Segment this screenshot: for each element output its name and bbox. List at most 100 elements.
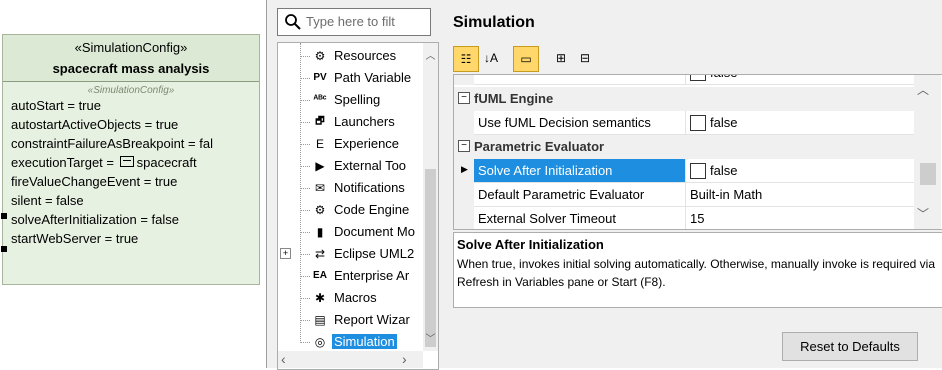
scroll-right-icon[interactable]: › [402,351,407,367]
collapse-icon[interactable]: − [458,92,470,104]
property-name: External Solver Timeout [478,211,617,226]
tree-item-label: Notifications [334,180,405,195]
options-tree[interactable]: ⚙ Resources PV Path Variable ᴬᴮᶜ Spelling 🗗 Lau… [277,42,439,370]
property-row[interactable]: false [454,75,914,85]
block-type-icon [119,156,134,167]
expand-all-icon[interactable]: ⊞ [549,46,573,70]
tree-item-label: Launchers [334,114,395,129]
checkbox[interactable] [690,115,706,131]
categorized-view-icon[interactable]: ☷ [453,46,479,72]
property-value: Built-in Math [690,187,763,202]
tree-item[interactable]: EA Enterprise Ar [278,265,409,287]
simulation-config-block[interactable]: «SimulationConfig» spacecraft mass analy… [2,34,260,285]
category-fuml-engine[interactable]: − fUML Engine [454,87,914,111]
tree-item[interactable]: ⇄ Eclipse UML2 + [278,243,414,265]
resize-handle[interactable] [1,246,7,252]
row-pointer-icon: ▶ [461,164,468,174]
tree-item[interactable]: PV Path Variable [278,67,412,89]
scroll-up-icon[interactable]: ︿ [917,81,929,98]
simulation-icon: ◎ [314,335,326,349]
block-property-execution-target: executionTarget = spacecraft [11,155,197,170]
tree-item-label: Eclipse UML2 [334,246,415,261]
tree-item-label: External Too [334,158,407,173]
property-value: false [710,163,738,178]
tree-item[interactable]: ◎ Simulation [278,331,408,353]
block-stereotype: «SimulationConfig» [74,40,188,55]
checkbox[interactable] [690,163,706,179]
collapse-icon[interactable]: − [458,140,470,152]
category-label: fUML Engine [474,91,554,106]
search-input[interactable]: Type here to filt [277,8,431,36]
grid-scroll-thumb[interactable] [920,163,936,185]
description-text: When true, invokes initial solving autom… [457,257,935,289]
property-value: false [710,75,737,80]
tree-item-label: Simulation [332,334,397,349]
block-property-start-web-server: startWebServer = true [11,231,139,246]
tree-item[interactable]: ⚙ Resources [278,45,408,67]
description-panel: Solve After Initialization When true, in… [453,232,942,308]
scroll-down-icon[interactable]: ﹀ [917,205,929,222]
eclipse-uml2-icon: ⇄ [314,247,326,261]
scroll-up-icon[interactable]: ︿ [423,47,438,63]
resize-handle[interactable] [1,213,7,219]
tree-item[interactable]: ✱ Macros [278,287,408,309]
execution-target-value: spacecraft [136,155,197,170]
tree-item-label: Experience [334,136,400,151]
block-compartment-stereotype: «SimulationConfig» [87,85,175,96]
tree-item-label: Resources [334,48,397,63]
macros-icon: ✱ [314,291,326,305]
experience-icon: E [315,137,324,151]
execution-target-label: executionTarget = [11,155,118,170]
scroll-down-icon[interactable]: ﹀ [423,330,438,346]
property-name: Solve After Initialization [478,163,613,178]
document-model-icon: ▮ [316,225,324,239]
spelling-icon: ᴬᴮᶜ [313,94,327,105]
code-engine-icon: ⚙ [314,203,326,217]
block-name: spacecraft mass analysis [52,61,210,76]
tree-item[interactable]: ▮ Document Mo [278,221,415,243]
tree-item[interactable]: ⚙ Code Engine [278,199,410,221]
tree-item-label: Path Variable [334,70,412,85]
property-grid[interactable]: false − fUML Engine Use fUML Decision se… [453,74,942,230]
description-toggle-icon[interactable]: ▭ [513,46,539,72]
property-row-fuml-decision[interactable]: Use fUML Decision semantics false [454,111,914,135]
property-row-solver-timeout[interactable]: External Solver Timeout 15 [454,207,914,229]
search-placeholder: Type here to filt [306,14,395,29]
notifications-icon: ✉ [314,181,326,195]
collapse-all-icon[interactable]: ⊟ [573,46,597,70]
category-parametric-evaluator[interactable]: − Parametric Evaluator [454,135,914,159]
property-name: Default Parametric Evaluator [478,187,645,202]
launchers-icon: 🗗 [315,116,325,127]
tree-item[interactable]: ▶ External Too [278,155,408,177]
block-property-fire-value-change: fireValueChangeEvent = true [11,174,178,189]
block-header: «SimulationConfig» spacecraft mass analy… [3,35,259,82]
tree-item-label: Report Wizar [334,312,410,327]
checkbox[interactable] [690,75,706,81]
tree-item-label: Document Mo [334,224,415,239]
tree-item[interactable]: ᴬᴮᶜ Spelling [278,89,408,111]
tree-item[interactable]: ▤ Report Wizar [278,309,410,331]
tree-item-label: Code Engine [334,202,410,217]
tree-item[interactable]: 🗗 Launchers [278,111,408,133]
reset-to-defaults-button[interactable]: Reset to Defaults [782,332,918,361]
property-value: false [710,115,738,130]
resources-icon: ⚙ [314,49,326,63]
tree-item-label: Spelling [334,92,381,107]
property-value: 15 [690,211,705,226]
property-toolbar: ☷ ↓A ▭ ⊞ ⊟ [453,46,643,74]
tree-item[interactable]: ✉ Notifications [278,177,408,199]
property-row-solve-after-init[interactable]: ▶ Solve After Initialization false [454,159,914,183]
tree-horizontal-scrollbar[interactable]: ‹ › [278,351,423,368]
page-title: Simulation [453,14,535,31]
block-property-constraint-failure: constraintFailureAsBreakpoint = fal [11,136,213,151]
property-row-default-evaluator[interactable]: Default Parametric Evaluator Built-in Ma… [454,183,914,207]
block-property-autostart: autoStart = true [11,98,101,113]
expand-icon[interactable]: + [280,248,291,259]
tree-item-label: Macros [334,290,377,305]
sort-alphabetical-icon[interactable]: ↓A [479,46,503,70]
search-icon [285,14,301,30]
block-property-solve-after-init: solveAfterInitialization = false [11,212,180,227]
tree-scroll-thumb[interactable] [425,169,436,347]
scroll-left-icon[interactable]: ‹ [281,351,286,367]
tree-item[interactable]: E Experience [278,133,408,155]
